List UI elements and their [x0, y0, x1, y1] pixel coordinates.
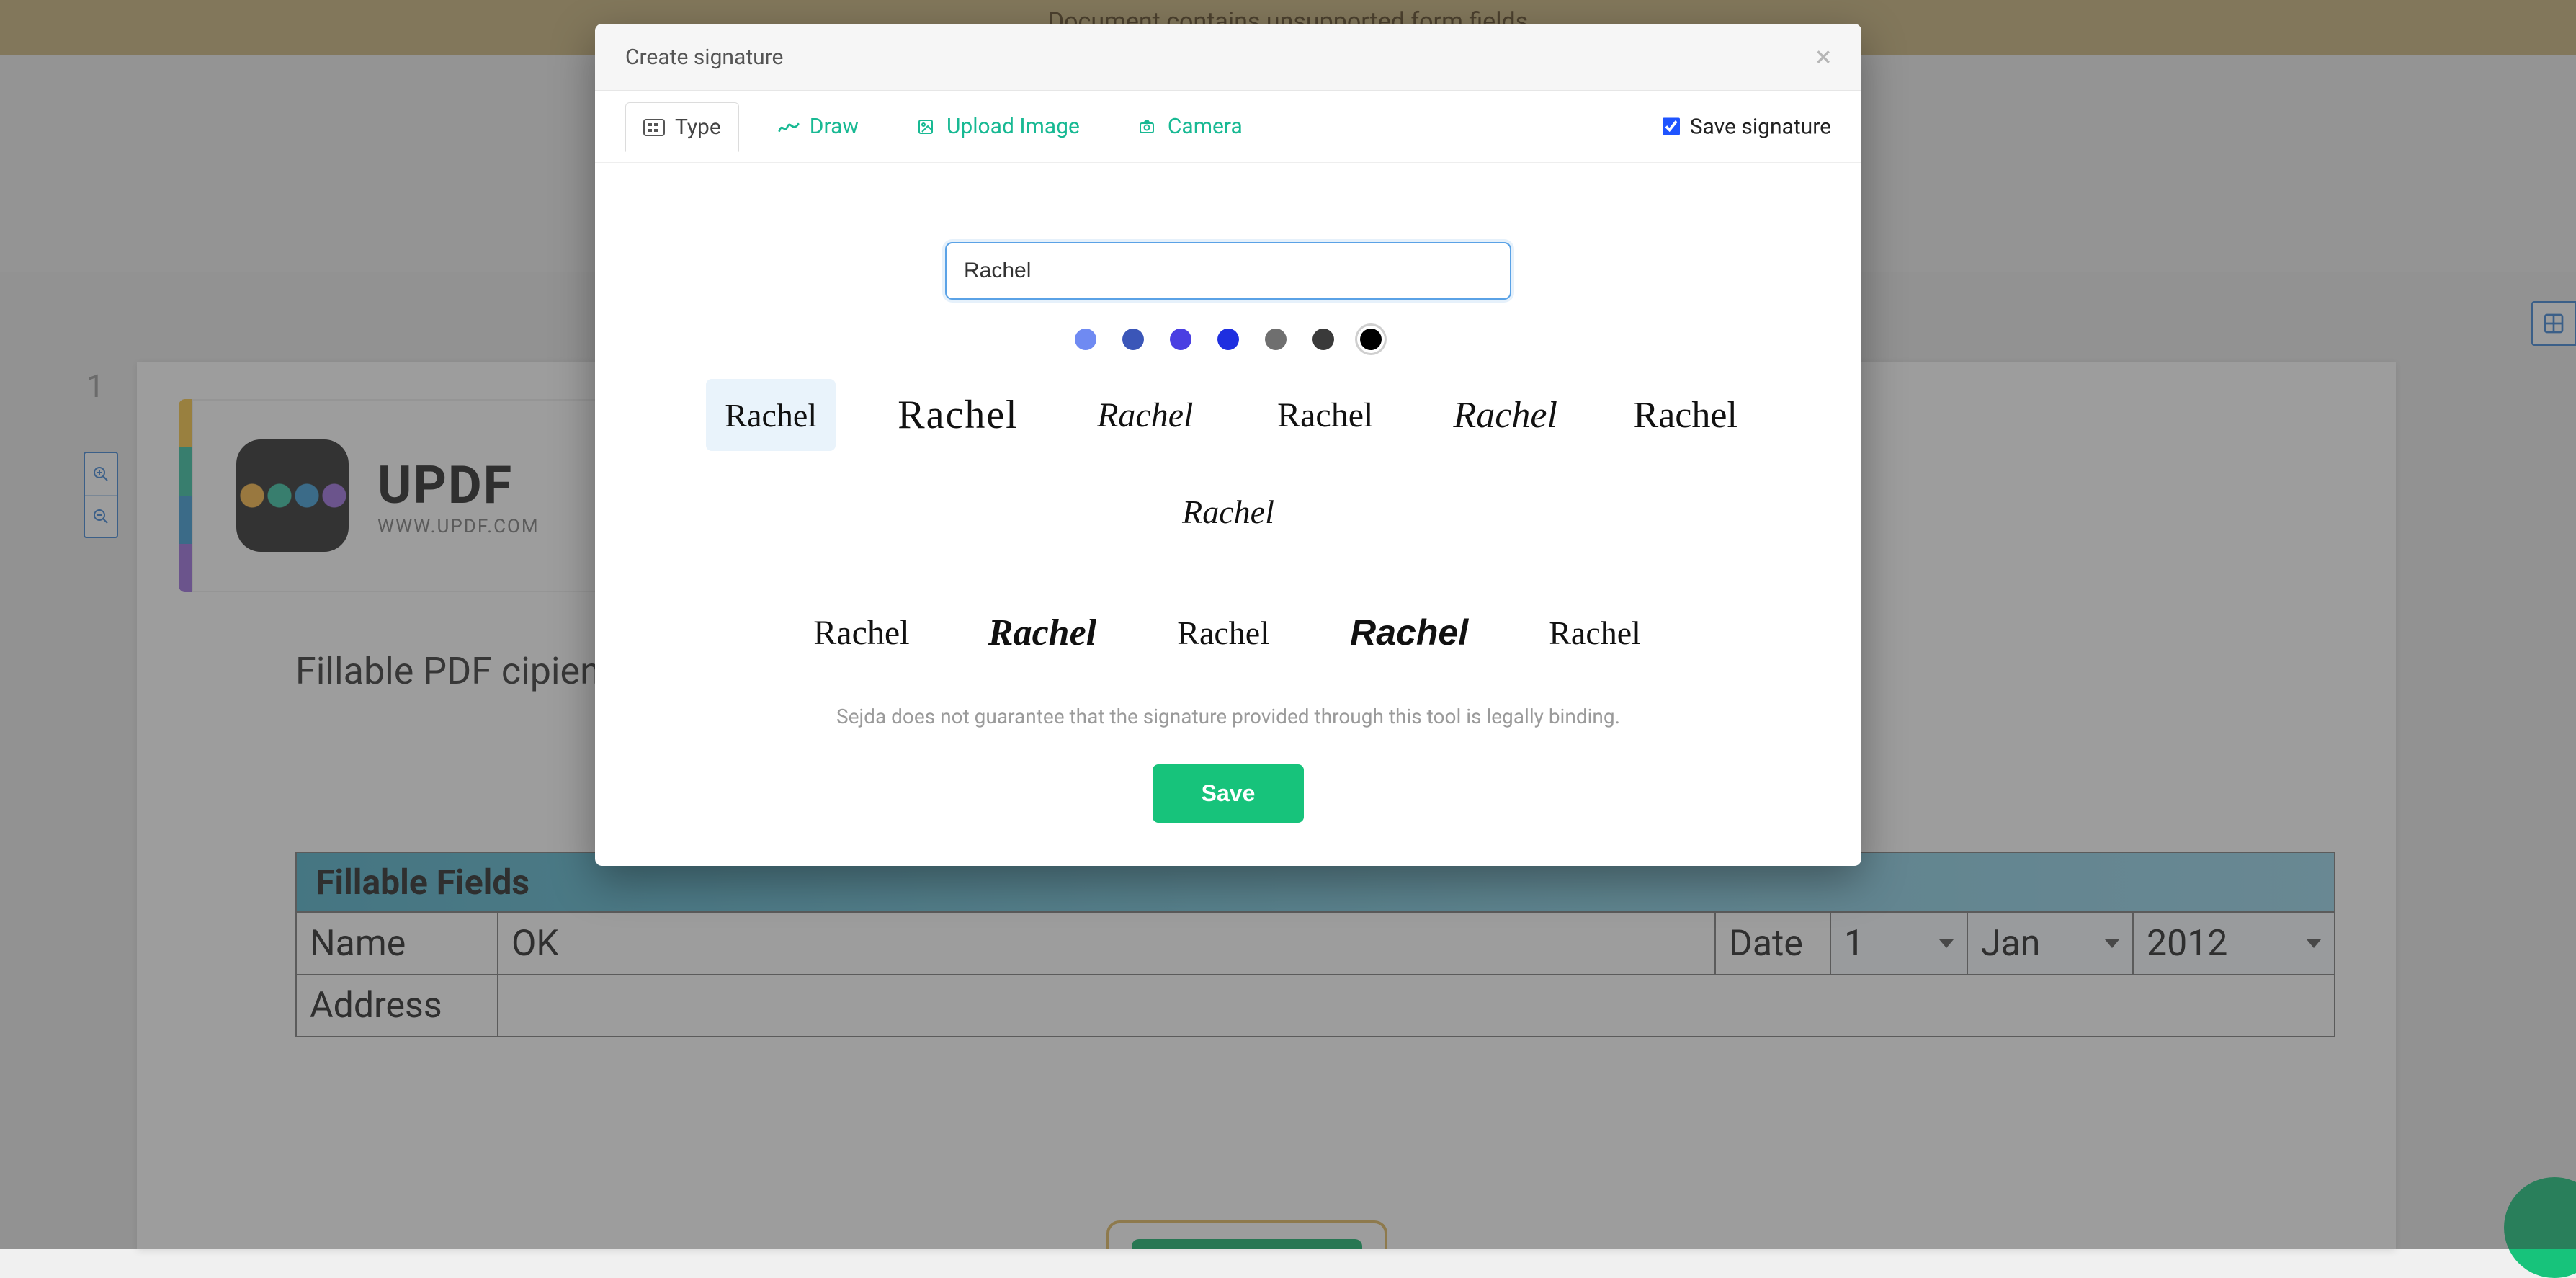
signature-style-option[interactable]: Rachel [1338, 596, 1480, 669]
color-swatch[interactable] [1312, 329, 1334, 350]
tab-type-label: Type [675, 115, 721, 140]
save-signature-label: Save signature [1690, 114, 1831, 139]
signature-method-tabs: Type Draw Upload Image Camera Save signa… [595, 91, 1861, 163]
tab-camera[interactable]: Camera [1119, 102, 1260, 151]
signature-style-grid: Rachel Rachel Rachel Rachel Rachel Rachel Rach… [638, 379, 1818, 669]
keyboard-icon [643, 119, 665, 136]
signature-style-option[interactable]: Rachel [1158, 596, 1288, 669]
color-swatch[interactable] [1075, 329, 1096, 350]
tab-upload-label: Upload Image [947, 114, 1080, 139]
modal-title: Create signature [625, 45, 783, 70]
signature-style-option[interactable]: Rachel [1441, 379, 1570, 451]
signature-style-option[interactable]: Rachel [886, 379, 1029, 451]
tab-camera-label: Camera [1168, 114, 1243, 139]
signature-style-option[interactable]: Rachel [797, 596, 926, 669]
signature-style-option[interactable]: Rachel [1163, 475, 1293, 548]
signature-style-option[interactable]: Rachel [1261, 379, 1390, 451]
signature-color-picker [638, 329, 1818, 350]
signature-style-option[interactable]: Rachel [977, 596, 1108, 669]
tab-draw-label: Draw [810, 114, 859, 139]
modal-body: Rachel Rachel Rachel Rachel Rachel Rachel Rach… [595, 163, 1861, 866]
draw-icon [778, 118, 800, 135]
save-signature-toggle[interactable]: Save signature [1663, 114, 1831, 139]
camera-icon [1136, 118, 1158, 135]
color-swatch[interactable] [1360, 329, 1382, 350]
modal-header: Create signature × [595, 24, 1861, 91]
color-swatch[interactable] [1122, 329, 1144, 350]
tab-draw[interactable]: Draw [761, 102, 876, 151]
signature-style-option[interactable]: Rachel [1081, 379, 1210, 451]
save-button[interactable]: Save [1153, 764, 1305, 823]
color-swatch[interactable] [1170, 329, 1191, 350]
image-icon [915, 118, 936, 135]
signature-style-option[interactable]: Rachel [706, 379, 836, 451]
signature-name-input[interactable] [945, 242, 1511, 300]
tab-upload-image[interactable]: Upload Image [898, 102, 1097, 151]
close-icon[interactable]: × [1816, 43, 1831, 71]
tab-type[interactable]: Type [625, 102, 739, 152]
color-swatch[interactable] [1217, 329, 1239, 350]
color-swatch[interactable] [1265, 329, 1287, 350]
signature-style-option[interactable]: Rachel [1621, 379, 1750, 451]
signature-style-option[interactable]: Rachel [1530, 596, 1660, 669]
legal-disclaimer: Sejda does not guarantee that the signat… [638, 705, 1818, 728]
save-signature-checkbox[interactable] [1663, 118, 1680, 135]
create-signature-modal: Create signature × Type Draw Upload Imag… [595, 24, 1861, 866]
